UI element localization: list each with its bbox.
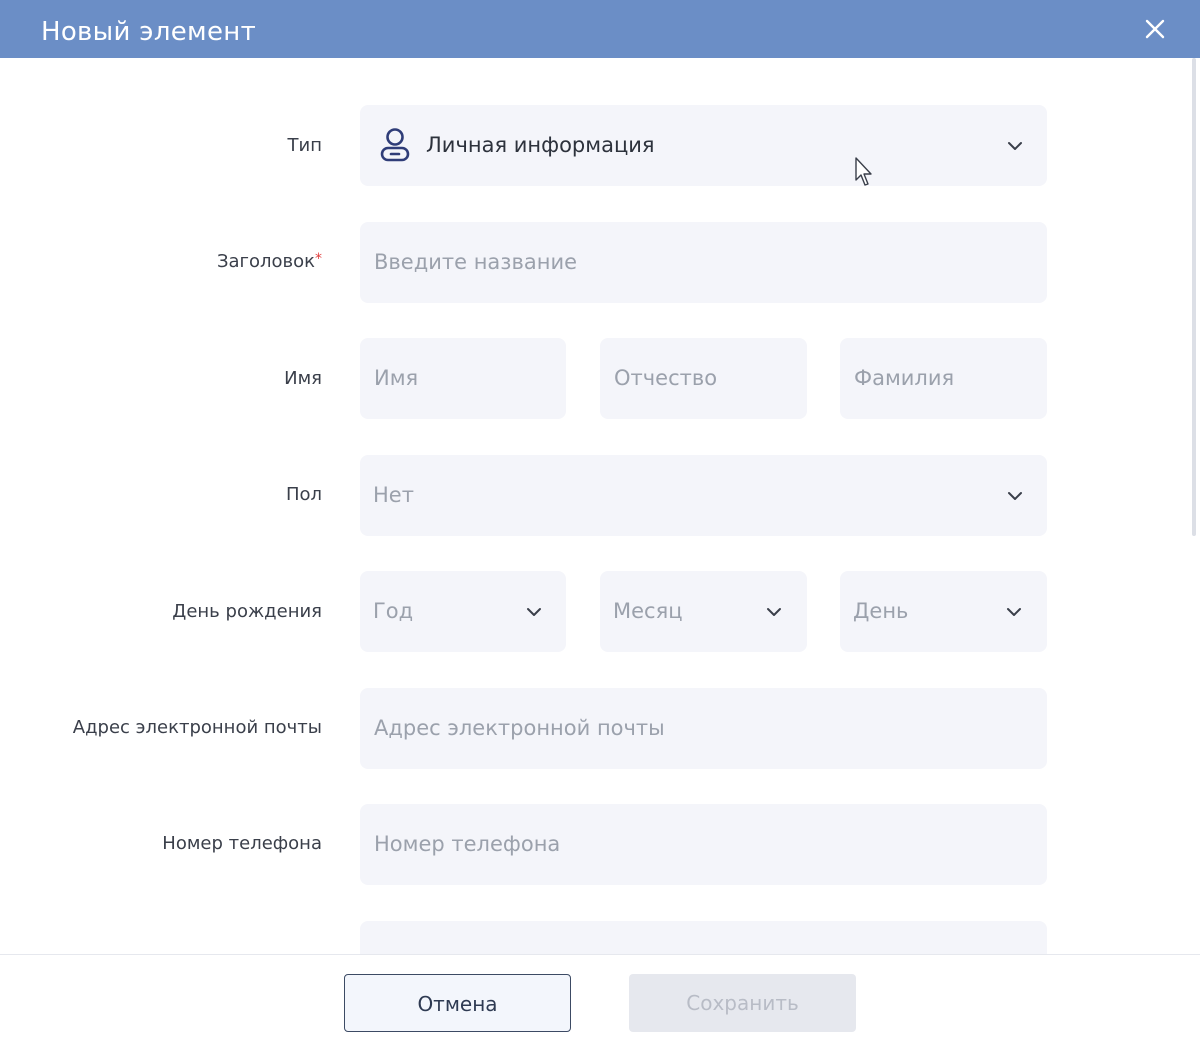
heading-label-text: Заголовок: [216, 251, 315, 272]
scrollbar-thumb[interactable]: [1192, 58, 1196, 536]
last-name-input[interactable]: Фамилия: [840, 338, 1047, 419]
name-label: Имя: [284, 368, 322, 389]
type-label: Тип: [287, 135, 322, 156]
first-name-placeholder: Имя: [374, 366, 419, 390]
chevron-down-icon: [1008, 492, 1022, 500]
birth-day-placeholder: День: [853, 599, 909, 623]
email-input[interactable]: Адрес электронной почты: [360, 688, 1047, 769]
birth-month-placeholder: Месяц: [613, 599, 683, 623]
required-mark: *: [315, 251, 322, 267]
birth-day-select[interactable]: День: [840, 571, 1047, 652]
new-item-dialog: Новый элемент Тип Личная информация Заго…: [0, 0, 1200, 1049]
close-button[interactable]: [1140, 14, 1170, 44]
cancel-button[interactable]: Отмена: [344, 974, 571, 1032]
heading-label: Заголовок*: [217, 251, 322, 272]
dialog-title: Новый элемент: [41, 17, 257, 47]
next-field[interactable]: [360, 921, 1047, 954]
phone-placeholder: Номер телефона: [374, 832, 561, 856]
mouse-pointer-icon: [855, 157, 872, 186]
phone-label: Номер телефона: [162, 833, 322, 854]
type-select[interactable]: Личная информация: [360, 105, 1047, 186]
gender-select[interactable]: Нет: [360, 455, 1047, 536]
birth-year-select[interactable]: Год: [360, 571, 566, 652]
heading-placeholder: Введите название: [374, 250, 578, 274]
birth-month-select[interactable]: Месяц: [600, 571, 807, 652]
close-icon: [1145, 19, 1165, 39]
chevron-down-icon: [1007, 608, 1021, 616]
middle-name-placeholder: Отчество: [614, 366, 718, 390]
form-content: Тип Личная информация Заголовок* Введите…: [0, 58, 1200, 954]
gender-value: Нет: [373, 483, 414, 507]
dialog-header: Новый элемент: [0, 0, 1200, 58]
chevron-down-icon: [767, 608, 781, 616]
type-value: Личная информация: [426, 133, 655, 157]
birth-year-placeholder: Год: [373, 599, 414, 623]
heading-input[interactable]: Введите название: [360, 222, 1047, 303]
gender-label: Пол: [285, 484, 322, 505]
person-icon: [380, 128, 410, 162]
birthday-label: День рождения: [172, 601, 322, 622]
middle-name-input[interactable]: Отчество: [600, 338, 807, 419]
scrollbar[interactable]: [1192, 58, 1198, 954]
dialog-footer: Отмена Сохранить: [0, 954, 1200, 1049]
last-name-placeholder: Фамилия: [854, 366, 955, 390]
phone-input[interactable]: Номер телефона: [360, 804, 1047, 885]
chevron-down-icon: [527, 608, 541, 616]
first-name-input[interactable]: Имя: [360, 338, 566, 419]
save-button[interactable]: Сохранить: [629, 974, 856, 1032]
chevron-down-icon: [1008, 142, 1022, 150]
email-placeholder: Адрес электронной почты: [374, 716, 665, 740]
email-label: Адрес электронной почты: [72, 717, 322, 738]
